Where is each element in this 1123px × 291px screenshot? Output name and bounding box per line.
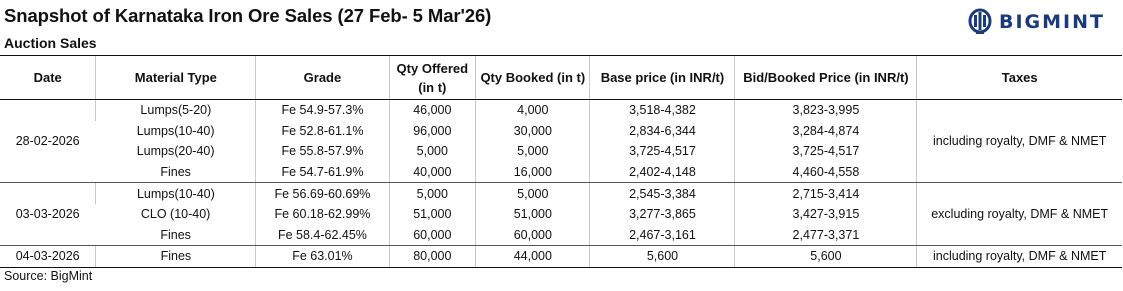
grade-cell: Fe 60.18-62.99% xyxy=(255,203,390,225)
section-subtitle: Auction Sales xyxy=(4,35,97,51)
bid-price-cell: 3,284-4,874 xyxy=(734,120,917,142)
date-cell: 04-03-2026 xyxy=(0,245,96,268)
material-cell: Fines xyxy=(95,245,256,268)
material-cell: Lumps(10-40) xyxy=(95,182,256,204)
grade-cell: Fe 52.8-61.1% xyxy=(255,120,390,142)
header-bid-booked-price: Bid/Booked Price (in INR/t) xyxy=(734,55,917,100)
qty-offered-cell: 51,000 xyxy=(388,203,476,225)
grade-cell: Fe 58.4-62.45% xyxy=(255,224,390,247)
header-date: Date xyxy=(0,55,96,100)
material-cell: CLO (10-40) xyxy=(140,207,211,222)
base-price-cell: 2,834-6,344 xyxy=(589,120,735,142)
material-cell: Lumps(5-20) xyxy=(95,99,256,121)
bid-price-cell: 3,427-3,915 xyxy=(734,203,917,225)
qty-booked-cell: 44,000 xyxy=(475,245,590,268)
date-cell: 03-03-2026 xyxy=(0,182,96,247)
qty-booked-cell: 60,000 xyxy=(475,224,590,247)
qty-offered-cell: 80,000 xyxy=(388,245,476,268)
grade-cell: Fe 55.8-57.9% xyxy=(255,141,390,162)
bid-price-cell: 3,725-4,517 xyxy=(734,141,917,162)
table-row: 03-03-2026 Lumps(10-40) Fe 56.69-60.69% … xyxy=(0,182,1122,247)
qty-booked-cell: 5,000 xyxy=(475,182,590,204)
material-cell: Lumps(10-40) xyxy=(136,123,215,138)
base-price-cell: 3,725-4,517 xyxy=(589,141,735,162)
table-row: 04-03-2026 Fines Fe 63.01% 80,000 44,000… xyxy=(0,245,1122,268)
bigmint-logo-icon xyxy=(968,8,992,34)
header-qty-offered: Qty Offered (in t) xyxy=(388,55,476,100)
bigmint-logo-text: BIGMINT xyxy=(999,11,1105,33)
header-material-type: Material Type xyxy=(95,55,256,100)
qty-offered-cell: 5,000 xyxy=(388,141,476,162)
bid-price-cell: 2,477-3,371 xyxy=(734,224,917,247)
grade-cell: Fe 56.69-60.69% xyxy=(255,182,390,204)
page-title: Snapshot of Karnataka Iron Ore Sales (27… xyxy=(4,5,492,26)
taxes-cell: including royalty, DMF & NMET xyxy=(916,99,1122,184)
material-cell: Lumps(20-40) xyxy=(136,144,215,159)
qty-booked-cell: 4,000 xyxy=(475,99,590,121)
qty-offered-cell: 96,000 xyxy=(388,120,476,142)
base-price-cell: 5,600 xyxy=(589,245,735,268)
qty-offered-cell: 5,000 xyxy=(388,182,476,204)
base-price-cell: 2,467-3,161 xyxy=(589,224,735,247)
bigmint-logo: BIGMINT xyxy=(967,7,1105,37)
qty-booked-cell: 51,000 xyxy=(475,203,590,225)
date-cell: 28-02-2026 xyxy=(0,99,96,184)
qty-offered-cell: 46,000 xyxy=(388,99,476,121)
header-grade: Grade xyxy=(255,55,390,100)
material-cell: Fines xyxy=(95,224,256,247)
header-taxes: Taxes xyxy=(916,55,1122,100)
bid-price-cell: 3,823-3,995 xyxy=(734,99,917,121)
table-header-row: Date Material Type Grade Qty Offered (in… xyxy=(0,55,1122,100)
taxes-cell: including royalty, DMF & NMET xyxy=(916,245,1122,268)
base-price-cell: 3,277-3,865 xyxy=(589,203,735,225)
grade-cell: Fe 54.7-61.9% xyxy=(255,161,390,184)
base-price-cell: 3,518-4,382 xyxy=(589,99,735,121)
qty-offered-cell: 40,000 xyxy=(388,161,476,184)
material-cell: Fines xyxy=(95,161,256,184)
qty-offered-cell: 60,000 xyxy=(388,224,476,247)
grade-cell: Fe 63.01% xyxy=(255,245,390,268)
bid-price-cell: 5,600 xyxy=(734,245,917,268)
qty-booked-cell: 30,000 xyxy=(475,120,590,142)
header-qty-booked: Qty Booked (in t) xyxy=(475,55,590,100)
source-note: Source: BigMint xyxy=(4,269,93,283)
header-base-price: Base price (in INR/t) xyxy=(589,55,735,100)
taxes-cell: excluding royalty, DMF & NMET xyxy=(916,182,1122,247)
grade-cell: Fe 54.9-57.3% xyxy=(255,99,390,121)
base-price-cell: 2,545-3,384 xyxy=(589,182,735,204)
auction-sales-table: Date Material Type Grade Qty Offered (in… xyxy=(0,55,1122,268)
qty-booked-cell: 5,000 xyxy=(475,141,590,162)
table-row: 28-02-2026 Lumps(5-20) Fe 54.9-57.3% 46,… xyxy=(0,99,1122,184)
base-price-cell: 2,402-4,148 xyxy=(589,161,735,184)
qty-booked-cell: 16,000 xyxy=(475,161,590,184)
bid-price-cell: 4,460-4,558 xyxy=(734,161,917,184)
bid-price-cell: 2,715-3,414 xyxy=(734,182,917,204)
